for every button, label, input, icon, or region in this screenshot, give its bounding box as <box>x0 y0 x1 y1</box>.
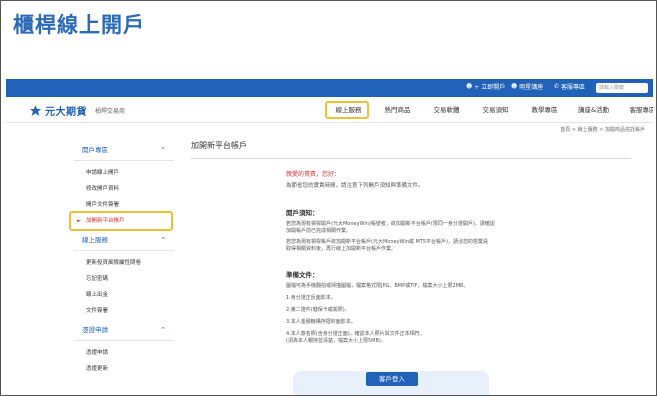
nav-hot-products[interactable]: 熱門商品 <box>373 97 422 123</box>
docs-line: 2.第二證件(健保卡或駕照)。 <box>286 307 350 313</box>
search-input[interactable]: 請輸入關鍵 <box>596 83 648 93</box>
slide-frame: 櫃桿線上開戶 ☻ + 立即開戶 ☻ 明星講座 ✆ 客服專區 請輸入關鍵 元大期貨… <box>0 0 657 396</box>
topbar-service-link[interactable]: ✆ 客服專區 <box>554 82 585 91</box>
logo-subtitle: 槓桿交易商 <box>95 108 126 115</box>
site-header: 元大期貨 槓桿交易商 線上服務 熱門商品 交易軟體 交易須知 教學專區 講座&活… <box>6 97 653 123</box>
sidebar-group-header[interactable]: 線上服務 ⌃ <box>74 229 174 251</box>
docs-line: (須為本人親持並清楚，檔案大小上限5MB)。 <box>286 338 386 344</box>
sidebar-group-title: 開戶專區 <box>82 146 108 154</box>
add-user-icon: ☻ <box>466 83 473 90</box>
nav-label: 交易軟體 <box>433 106 460 114</box>
nav-label: 教學專區 <box>531 106 558 114</box>
nav-label: 熱門商品 <box>384 106 411 114</box>
sidebar-group-account: 開戶專區 ⌃ 申請線上開戶 修改開戶資料 開戶文件簽署 ► 加開新平台帳戶 <box>69 139 174 231</box>
logo-mark-icon <box>30 105 41 116</box>
topbar-open-account-label: + 立即開戶 <box>474 84 506 91</box>
highlight-box <box>69 211 173 231</box>
sidebar-group-header[interactable]: 開戶專區 ⌃ <box>74 139 174 161</box>
user-icon: ☻ <box>511 83 518 90</box>
sidebar: 開戶專區 ⌃ 申請線上開戶 修改開戶資料 開戶文件簽署 ► 加開新平台帳戶 線上… <box>69 139 174 395</box>
nav-label: 客服專區 <box>629 106 654 114</box>
sidebar-item-doc-sign[interactable]: 文件簽署 <box>74 303 174 319</box>
nav-customer-service[interactable]: 客服專區 <box>618 97 654 123</box>
docs-line: 3.本人金融機構存摺封面影本。 <box>286 319 356 325</box>
main-nav: 線上服務 熱門商品 交易軟體 交易須知 教學專區 講座&活動 客服專區 <box>324 97 653 123</box>
sidebar-item-cert-renew[interactable]: 憑證更新 <box>74 361 174 377</box>
docs-heading: 準備文件： <box>286 271 319 279</box>
bullet-icon: ► <box>77 218 81 224</box>
sidebar-item-withdraw[interactable]: 線上出金 <box>74 287 174 303</box>
sidebar-item-add-platform[interactable]: ► 加開新平台帳戶 <box>69 211 174 231</box>
docs-line: 1.身分證正反面影本。 <box>286 295 336 301</box>
slide-title: 櫃桿線上開戶 <box>13 13 145 37</box>
greeting-text: 親愛的貴賓，您好： <box>286 171 341 178</box>
intro-text: 為節省您的寶貴時間，請注意下列開戶須知與準備文件。 <box>286 183 424 189</box>
nav-trading-software[interactable]: 交易軟體 <box>422 97 471 123</box>
highlight-box <box>325 101 369 119</box>
chevron-up-icon[interactable]: ⌃ <box>160 229 166 251</box>
topbar-service-label: 客服專區 <box>561 84 586 91</box>
sidebar-group-certificate: 憑證申請 ⌃ 憑證申請 憑證更新 <box>74 319 174 377</box>
docs-line: 4.本人簽名照(含身分證正面)，確認本人照片與文件正本相符。 <box>286 331 425 337</box>
customer-login-button[interactable]: 客戶登入 <box>366 372 418 386</box>
sidebar-group-online: 線上服務 ⌃ 更新投資風險屬性問卷 忘記密碼 線上出金 文件簽署 <box>74 229 174 319</box>
notice-heading: 開戶須知： <box>286 209 319 217</box>
sidebar-item-forgot-password[interactable]: 忘記密碼 <box>74 271 174 287</box>
sidebar-group-header[interactable]: 憑證申請 ⌃ <box>74 319 174 341</box>
nav-label: 講座&活動 <box>577 106 610 114</box>
sidebar-group-title: 憑證申請 <box>82 326 108 334</box>
topbar-seminar-label: 明星講座 <box>519 84 544 91</box>
topbar-seminar-link[interactable]: ☻ 明星講座 <box>511 82 543 91</box>
nav-label: 交易須知 <box>482 106 509 114</box>
sidebar-item-risk-survey[interactable]: 更新投資風險屬性問卷 <box>74 255 174 271</box>
nav-seminars[interactable]: 講座&活動 <box>569 97 618 123</box>
docs-line: 圖檔可為手機翻拍或掃描圖檔，檔案格式限JPG、BMP或TIF，檔案大小上限2MB… <box>286 283 469 289</box>
main-content: 加開新平台帳戶 親愛的貴賓，您好： 為節省您的寶貴時間，請注意下列開戶須知與準備… <box>191 139 631 395</box>
nav-online-service[interactable]: 線上服務 <box>324 97 373 123</box>
phone-icon: ✆ <box>554 83 560 90</box>
sidebar-item-edit-data[interactable]: 修改開戶資料 <box>74 181 174 197</box>
notice-line: 若您為現有槓桿開戶(元大MoneyWin)帳號者，欲加開新平台帳戶(限同一身分證… <box>286 221 495 227</box>
chevron-up-icon[interactable]: ⌃ <box>160 319 166 341</box>
logo-name: 元大期貨 <box>45 107 87 118</box>
breadcrumb: 首頁 > 線上服務 > 加開商品信託帳戶 <box>560 127 645 133</box>
sidebar-item-apply-online[interactable]: 申請線上開戶 <box>74 165 174 181</box>
page-title: 加開新平台帳戶 <box>191 139 631 159</box>
top-utility-bar: ☻ + 立即開戶 ☻ 明星講座 ✆ 客服專區 請輸入關鍵 <box>6 79 653 97</box>
notice-line: 加開帳戶前已完成相關作業。 <box>286 228 352 234</box>
chevron-up-icon[interactable]: ⌃ <box>160 139 166 161</box>
nav-trading-notice[interactable]: 交易須知 <box>471 97 520 123</box>
notice-line: 若您為現有槓桿帳戶欲加開新平台帳戶(元大MoneyWin或 MT5平台帳戶)，請… <box>286 239 489 245</box>
topbar-open-account-link[interactable]: ☻ + 立即開戶 <box>466 82 505 91</box>
sidebar-item-cert-apply[interactable]: 憑證申請 <box>74 345 174 361</box>
site-logo[interactable]: 元大期貨 槓桿交易商 <box>29 103 125 118</box>
sidebar-group-title: 線上服務 <box>82 236 108 244</box>
nav-teaching[interactable]: 教學專區 <box>520 97 569 123</box>
website-screenshot: ☻ + 立即開戶 ☻ 明星講座 ✆ 客服專區 請輸入關鍵 元大期貨 槓桿交易商 <box>6 79 653 395</box>
notice-line: 取得相關資料後，再行線上加開新平台帳戶作業。 <box>286 246 397 252</box>
